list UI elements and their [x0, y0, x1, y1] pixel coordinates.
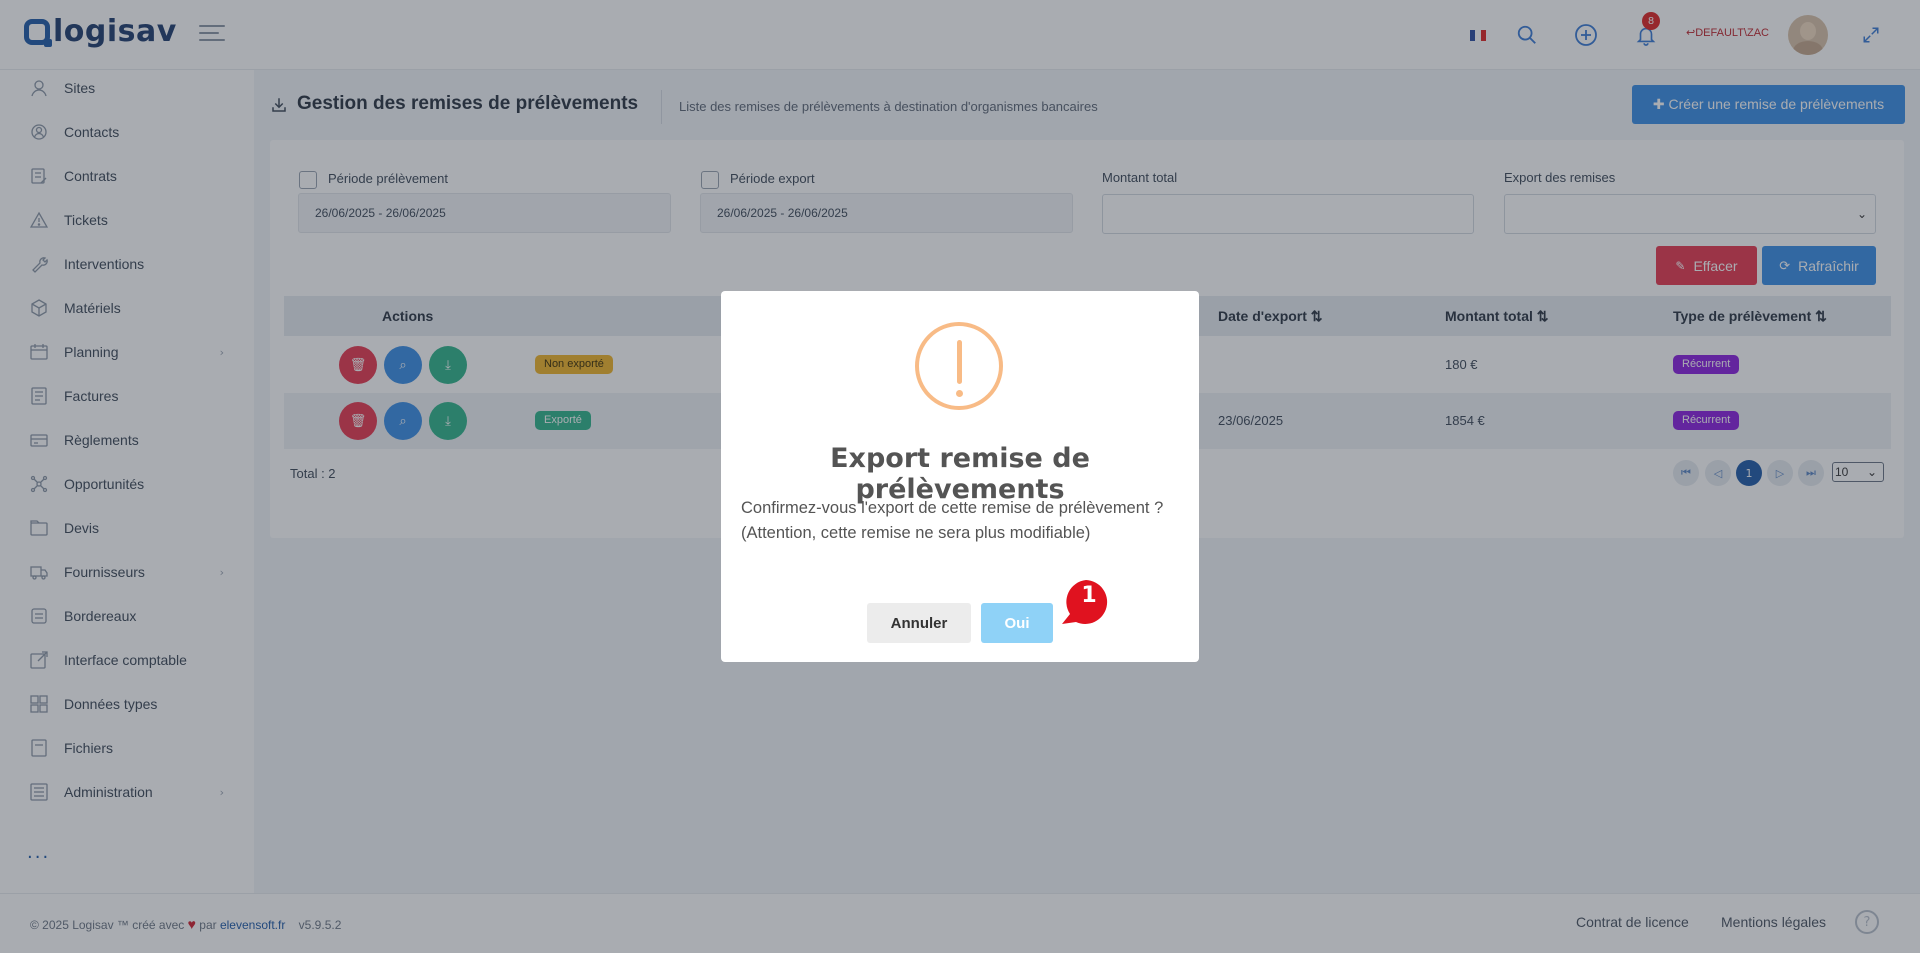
warning-icon [915, 322, 1003, 410]
dialog-text: Confirmez-vous l'export de cette remise … [741, 499, 1164, 542]
confirm-button[interactable]: Oui [981, 603, 1053, 643]
cancel-button[interactable]: Annuler [867, 603, 971, 643]
confirm-dialog: Export remise de prélèvements Confirmez-… [721, 291, 1199, 662]
step-marker-number: 1 [1081, 583, 1097, 608]
